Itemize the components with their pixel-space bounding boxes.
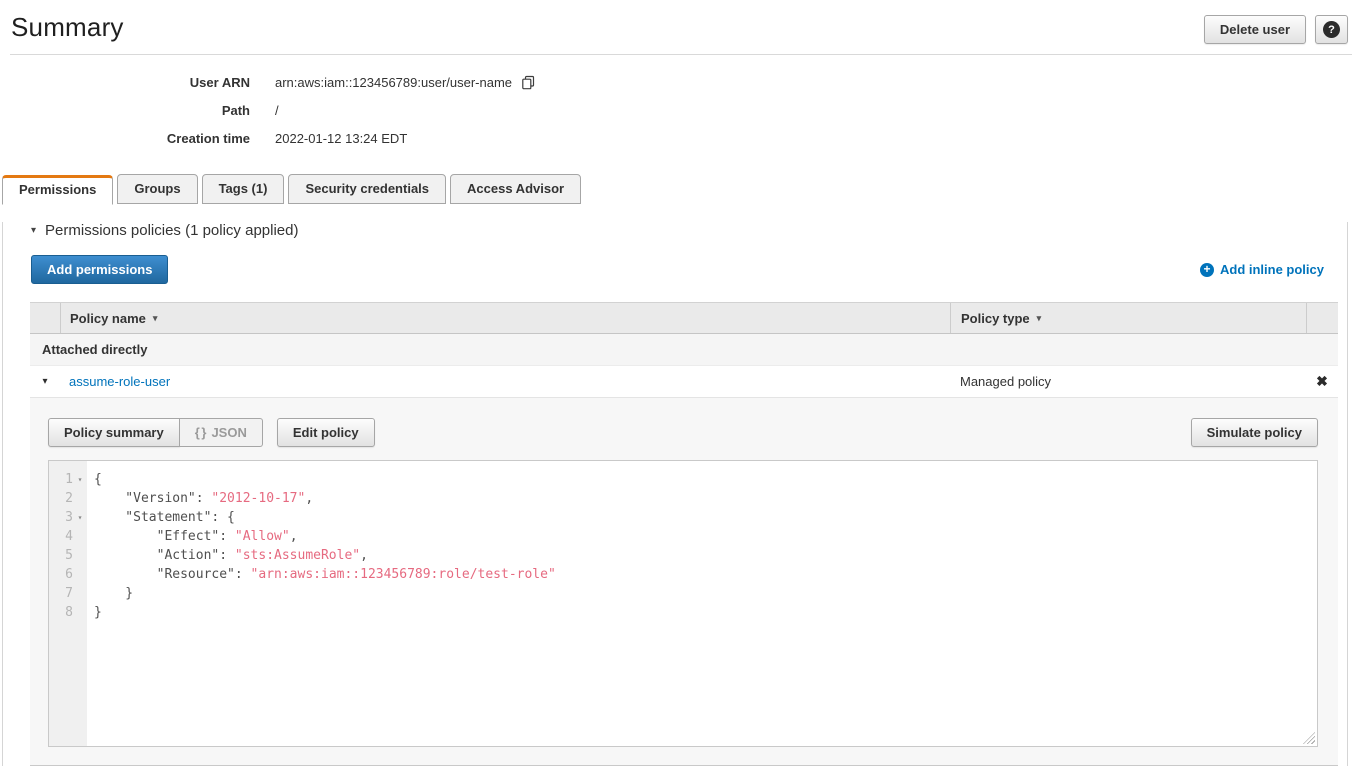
- code-line: 3▾ "Statement": {: [49, 508, 1317, 527]
- line-number: 5: [49, 546, 73, 565]
- policy-type-header-label: Policy type: [961, 311, 1030, 326]
- tab-groups[interactable]: Groups: [117, 174, 197, 204]
- meta-row-creation-time: Creation time 2022-01-12 13:24 EDT: [0, 124, 1362, 152]
- header-arrow-column: [30, 303, 60, 333]
- code-line: 2 "Version": "2012-10-17",: [49, 489, 1317, 508]
- code-line: 6 "Resource": "arn:aws:iam::123456789:ro…: [49, 565, 1317, 584]
- policy-name-column-header[interactable]: Policy name ▾: [60, 303, 950, 333]
- help-icon: ?: [1323, 21, 1340, 38]
- view-toggle-group: Policy summary { } JSON: [48, 418, 263, 447]
- policy-table-row: ▾ assume-role-user Managed policy ✖: [30, 366, 1338, 397]
- fold-arrow-icon[interactable]: ▾: [73, 508, 87, 527]
- header-action-column: [1306, 303, 1338, 333]
- page-header: Summary Delete user ?: [0, 0, 1362, 54]
- code-line: 5 "Action": "sts:AssumeRole",: [49, 546, 1317, 565]
- collapse-caret-icon[interactable]: ▾: [31, 225, 36, 236]
- user-arn-text: arn:aws:iam::123456789:user/user-name: [275, 75, 512, 90]
- code-lines: 1▾{2 "Version": "2012-10-17",3▾ "Stateme…: [49, 470, 1317, 622]
- fold-spacer: [73, 489, 87, 508]
- help-button[interactable]: ?: [1315, 15, 1348, 44]
- attached-policies-table: Policy name ▾ Policy type ▾ Attached dir…: [30, 302, 1338, 766]
- code-editor[interactable]: 1▾{2 "Version": "2012-10-17",3▾ "Stateme…: [48, 460, 1318, 747]
- fold-spacer: [73, 527, 87, 546]
- json-button-label: JSON: [211, 425, 246, 440]
- line-number: 1: [49, 470, 73, 489]
- remove-policy-cell: ✖: [1306, 366, 1338, 397]
- policy-detail-toolbar: Policy summary { } JSON Edit policy Simu…: [48, 418, 1318, 447]
- fold-spacer: [73, 584, 87, 603]
- code-text: }: [87, 603, 102, 622]
- creation-time-value: 2022-01-12 13:24 EDT: [275, 131, 407, 146]
- page-title: Summary: [11, 12, 124, 43]
- remove-policy-x-icon[interactable]: ✖: [1316, 373, 1328, 390]
- fold-spacer: [73, 603, 87, 622]
- line-number: 8: [49, 603, 73, 622]
- table-header-row: Policy name ▾ Policy type ▾: [30, 302, 1338, 334]
- line-number: 4: [49, 527, 73, 546]
- tab-access-advisor[interactable]: Access Advisor: [450, 174, 581, 204]
- header-actions: Delete user ?: [1204, 12, 1348, 44]
- plus-circle-icon: +: [1200, 263, 1214, 277]
- json-view-button[interactable]: { } JSON: [180, 418, 263, 447]
- fold-spacer: [73, 546, 87, 565]
- meta-row-user-arn: User ARN arn:aws:iam::123456789:user/use…: [0, 68, 1362, 96]
- tab-permissions[interactable]: Permissions: [2, 175, 113, 205]
- code-text: "Action": "sts:AssumeRole",: [87, 546, 368, 565]
- line-number: 3: [49, 508, 73, 527]
- resize-grip-icon[interactable]: [1303, 732, 1315, 744]
- user-arn-label: User ARN: [0, 75, 250, 90]
- permissions-policies-section-header[interactable]: ▾ Permissions policies (1 policy applied…: [31, 222, 1347, 239]
- copy-icon[interactable]: [521, 75, 536, 90]
- simulate-policy-button[interactable]: Simulate policy: [1191, 418, 1318, 447]
- view-buttons: Policy summary { } JSON Edit policy: [48, 418, 375, 447]
- policy-actions-row: Add permissions + Add inline policy: [31, 255, 1324, 284]
- attached-directly-group-row: Attached directly: [30, 334, 1338, 366]
- user-arn-value: arn:aws:iam::123456789:user/user-name: [275, 75, 536, 90]
- add-permissions-button[interactable]: Add permissions: [31, 255, 168, 284]
- tab-security-credentials[interactable]: Security credentials: [288, 174, 446, 204]
- policy-name-cell: assume-role-user: [60, 366, 950, 397]
- path-value: /: [275, 103, 279, 118]
- code-text: "Statement": {: [87, 508, 235, 527]
- code-line: 7 }: [49, 584, 1317, 603]
- code-text: }: [87, 584, 133, 603]
- user-metadata: User ARN arn:aws:iam::123456789:user/use…: [0, 55, 1362, 174]
- braces-icon: { }: [195, 425, 206, 440]
- sort-caret-icon[interactable]: ▾: [153, 313, 158, 324]
- fold-arrow-icon[interactable]: ▾: [73, 470, 87, 489]
- policy-summary-button[interactable]: Policy summary: [48, 418, 180, 447]
- fold-spacer: [73, 565, 87, 584]
- sort-caret-icon[interactable]: ▾: [1037, 313, 1042, 324]
- add-inline-policy-link[interactable]: + Add inline policy: [1200, 262, 1324, 277]
- code-text: "Version": "2012-10-17",: [87, 489, 313, 508]
- path-label: Path: [0, 103, 250, 118]
- tab-bar: Permissions Groups Tags (1) Security cre…: [0, 174, 1362, 204]
- creation-time-label: Creation time: [0, 131, 250, 146]
- section-title: Permissions policies (1 policy applied): [45, 222, 298, 239]
- meta-row-path: Path /: [0, 96, 1362, 124]
- add-inline-policy-label: Add inline policy: [1220, 262, 1324, 277]
- policy-name-header-label: Policy name: [70, 311, 146, 326]
- code-line: 8}: [49, 603, 1317, 622]
- expand-row-cell: ▾: [30, 366, 60, 397]
- tab-tags[interactable]: Tags (1): [202, 174, 285, 204]
- edit-policy-button[interactable]: Edit policy: [277, 418, 375, 447]
- code-text: "Resource": "arn:aws:iam::123456789:role…: [87, 565, 556, 584]
- policy-type-column-header[interactable]: Policy type ▾: [950, 303, 1306, 333]
- policy-detail-panel: Policy summary { } JSON Edit policy Simu…: [30, 397, 1338, 766]
- line-number: 7: [49, 584, 73, 603]
- policy-type-cell: Managed policy: [950, 366, 1306, 397]
- code-line: 1▾{: [49, 470, 1317, 489]
- delete-user-button[interactable]: Delete user: [1204, 15, 1306, 44]
- code-text: {: [87, 470, 102, 489]
- permissions-tab-content: ▾ Permissions policies (1 policy applied…: [2, 222, 1348, 766]
- line-number: 6: [49, 565, 73, 584]
- code-text: "Effect": "Allow",: [87, 527, 298, 546]
- code-line: 4 "Effect": "Allow",: [49, 527, 1317, 546]
- policy-name-link[interactable]: assume-role-user: [69, 374, 170, 389]
- expand-caret-icon[interactable]: ▾: [42, 376, 47, 387]
- line-number: 2: [49, 489, 73, 508]
